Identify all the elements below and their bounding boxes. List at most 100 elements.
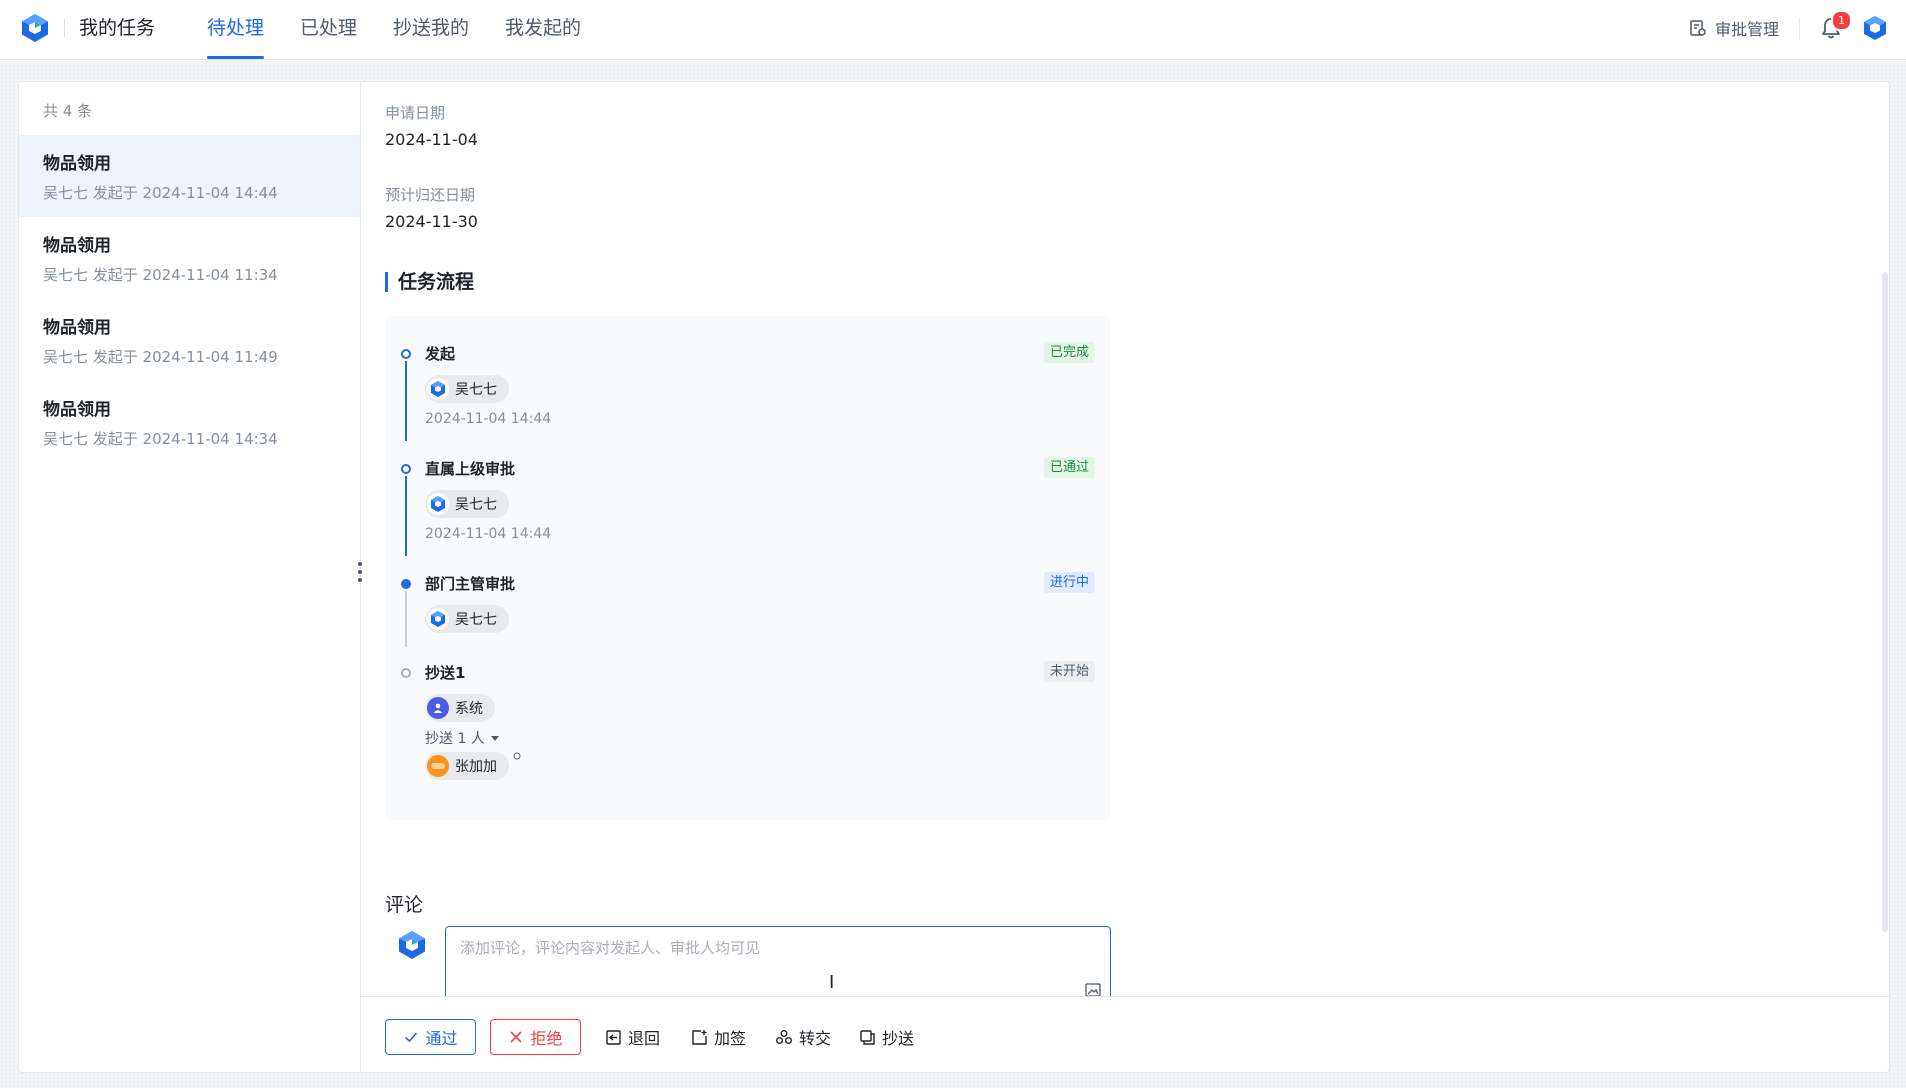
approval-doc-icon — [1690, 20, 1706, 36]
node-connector — [405, 476, 407, 556]
task-item[interactable]: 物品领用 吴七七 发起于 2024-11-04 11:49 — [19, 299, 360, 381]
person-chip[interactable]: 系统 — [425, 694, 495, 722]
task-item-title: 物品领用 — [43, 154, 111, 174]
small-circle-icon — [513, 752, 521, 760]
flow-section-title: 任务流程 — [385, 272, 474, 292]
node-name: 部门主管审批 — [425, 575, 516, 593]
user-avatar-icon — [427, 755, 449, 777]
app-title: 我的任务 — [79, 17, 156, 39]
transfer-button[interactable]: 转交 — [775, 1019, 831, 1055]
copy-icon — [860, 1029, 875, 1045]
task-item-subtitle: 吴七七 发起于 2024-11-04 14:34 — [43, 430, 278, 448]
main-tabs: 待处理 已处理 抄送我的 我发起的 — [207, 0, 617, 59]
task-item[interactable]: 物品领用 吴七七 发起于 2024-11-04 14:44 — [19, 135, 360, 217]
person-name: 吴七七 — [455, 497, 497, 513]
cc-button[interactable]: 抄送 — [859, 1019, 914, 1055]
person-name: 系统 — [455, 701, 483, 717]
main-card: 共 4 条 物品领用 吴七七 发起于 2024-11-04 14:44 物品领用… — [18, 81, 1890, 1073]
approve-button[interactable]: 通过 — [385, 1019, 476, 1055]
return-button[interactable]: 退回 — [605, 1019, 660, 1055]
user-avatar-icon[interactable] — [1862, 15, 1888, 41]
cc-label: 抄送 — [882, 1029, 915, 1048]
return-icon — [606, 1029, 621, 1045]
task-list: 物品领用 吴七七 发起于 2024-11-04 14:44 物品领用 吴七七 发… — [19, 135, 360, 463]
tab-cc-to-me[interactable]: 抄送我的 — [393, 0, 469, 59]
transfer-users-icon — [776, 1029, 792, 1044]
transfer-label: 转交 — [799, 1029, 832, 1048]
task-item-subtitle: 吴七七 发起于 2024-11-04 11:34 — [43, 266, 278, 284]
comment-box — [445, 926, 1111, 996]
approve-label: 通过 — [425, 1029, 458, 1048]
cc-count-toggle[interactable]: 抄送 1 人 — [425, 728, 499, 748]
apply-date-label: 申请日期 — [385, 104, 446, 122]
task-item[interactable]: 物品领用 吴七七 发起于 2024-11-04 11:34 — [19, 217, 360, 299]
cc-count-label: 抄送 1 人 — [425, 731, 485, 747]
approval-management-label: 审批管理 — [1715, 20, 1780, 39]
node-time: 2024-11-04 14:44 — [425, 526, 552, 542]
status-badge: 已完成 — [1043, 342, 1095, 363]
reject-button[interactable]: 拒绝 — [490, 1019, 581, 1055]
tab-pending[interactable]: 待处理 — [207, 0, 265, 59]
detail-scrollbar[interactable] — [1882, 272, 1888, 932]
task-item-subtitle: 吴七七 发起于 2024-11-04 11:49 — [43, 348, 278, 366]
node-dot-icon — [401, 579, 411, 589]
node-name: 直属上级审批 — [425, 460, 516, 478]
app-logo-icon[interactable] — [20, 13, 50, 43]
text-cursor-icon: I — [829, 972, 835, 993]
top-header: 我的任务 待处理 已处理 抄送我的 我发起的 审批管理 1 — [0, 0, 1906, 60]
person-chip[interactable]: 吴七七 — [425, 490, 509, 518]
status-badge: 进行中 — [1043, 572, 1095, 593]
caret-down-icon — [490, 735, 499, 741]
task-list-panel: 共 4 条 物品领用 吴七七 发起于 2024-11-04 14:44 物品领用… — [19, 82, 361, 1072]
task-detail: 申请日期 2024-11-04 预计归还日期 2024-11-30 任务流程 发… — [361, 82, 1889, 996]
node-dot-icon — [401, 464, 411, 474]
apply-date-value: 2024-11-04 — [385, 130, 478, 149]
task-item[interactable]: 物品领用 吴七七 发起于 2024-11-04 14:34 — [19, 381, 360, 463]
system-user-icon — [427, 697, 449, 719]
image-upload-icon[interactable] — [1084, 981, 1102, 996]
person-chip[interactable]: 吴七七 — [425, 605, 509, 633]
comment-input[interactable] — [446, 927, 1110, 996]
return-date-value: 2024-11-30 — [385, 212, 478, 231]
add-sign-label: 加签 — [714, 1029, 747, 1048]
comment-title: 评论 — [385, 894, 424, 916]
person-name: 吴七七 — [455, 612, 497, 628]
status-badge: 未开始 — [1043, 661, 1095, 682]
node-name: 发起 — [425, 345, 456, 363]
company-avatar-icon — [427, 608, 449, 630]
return-label: 退回 — [628, 1029, 661, 1048]
task-item-title: 物品领用 — [43, 400, 111, 420]
add-sign-icon — [692, 1029, 707, 1045]
node-time: 2024-11-04 14:44 — [425, 411, 552, 427]
task-item-title: 物品领用 — [43, 236, 111, 256]
node-dot-icon — [401, 668, 411, 678]
person-name: 张加加 — [455, 759, 497, 775]
person-name: 吴七七 — [455, 382, 497, 398]
node-connector — [405, 361, 407, 441]
task-item-subtitle: 吴七七 发起于 2024-11-04 14:44 — [43, 184, 278, 202]
check-icon — [405, 1032, 418, 1043]
close-icon — [510, 1031, 523, 1043]
notification-badge: 1 — [1831, 10, 1852, 31]
action-bar: 通过 拒绝 退回 加签 转交 抄送 — [361, 996, 1889, 1072]
person-chip[interactable]: 吴七七 — [425, 375, 509, 403]
reject-label: 拒绝 — [530, 1029, 563, 1048]
status-badge: 已通过 — [1043, 457, 1095, 478]
commenter-avatar-icon — [399, 931, 425, 959]
cc-person-chip[interactable]: 张加加 — [425, 752, 509, 780]
node-name: 抄送1 — [425, 664, 466, 682]
node-connector — [405, 591, 407, 647]
company-avatar-icon — [427, 378, 449, 400]
add-sign-button[interactable]: 加签 — [691, 1019, 746, 1055]
return-date-label: 预计归还日期 — [385, 186, 476, 204]
tab-initiated-by-me[interactable]: 我发起的 — [505, 0, 581, 59]
header-divider — [64, 18, 65, 38]
company-avatar-icon — [427, 493, 449, 515]
task-count: 共 4 条 — [43, 102, 93, 120]
tab-processed[interactable]: 已处理 — [300, 0, 357, 59]
approval-flow: 发起 已完成 吴七七 2024-11-04 14:44 直属上级审批 已通过 吴… — [385, 316, 1111, 820]
task-item-title: 物品领用 — [43, 318, 111, 338]
header-right-divider — [1799, 18, 1800, 40]
node-dot-icon — [401, 349, 411, 359]
approval-management-link[interactable]: 审批管理 — [1689, 16, 1779, 40]
